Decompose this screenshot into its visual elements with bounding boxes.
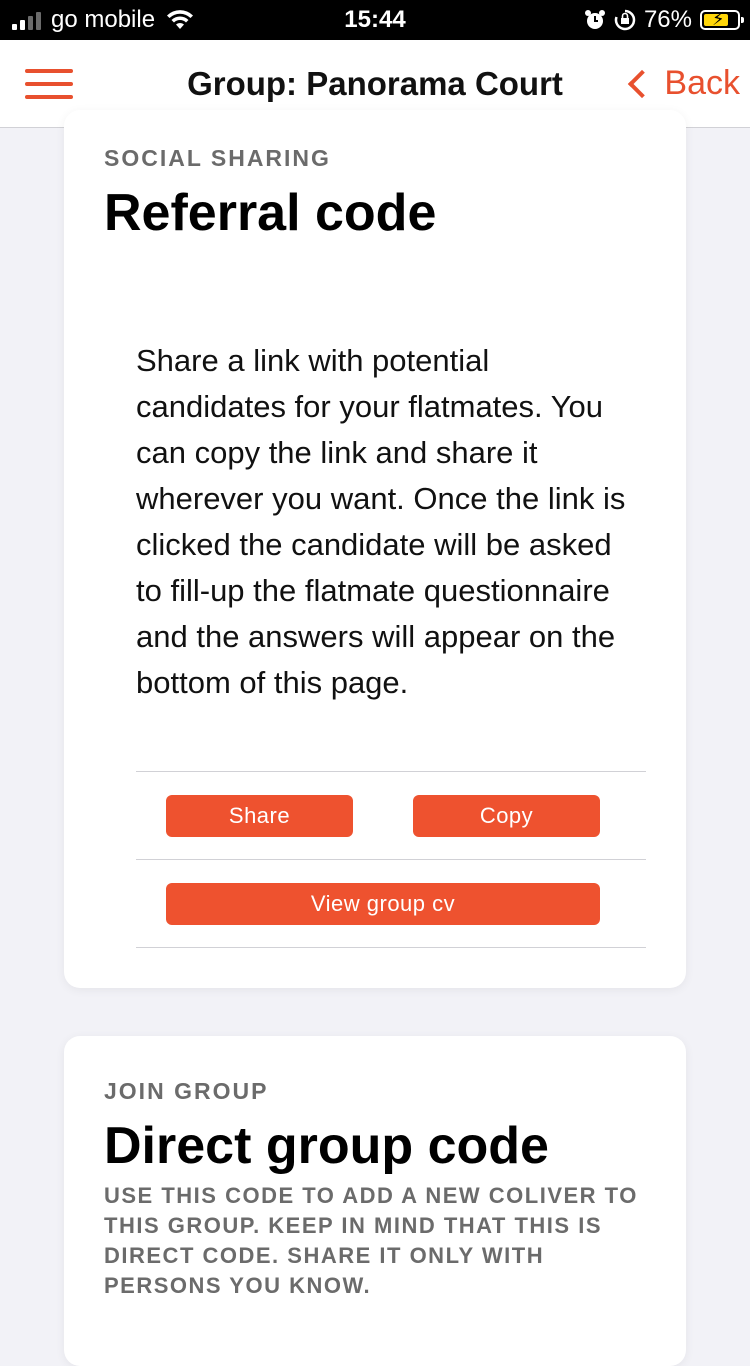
divider bbox=[136, 859, 646, 860]
card-title: Referral code bbox=[104, 184, 437, 242]
alarm-icon bbox=[584, 10, 605, 29]
card-title: Direct group code bbox=[104, 1117, 549, 1175]
divider bbox=[136, 947, 646, 948]
chevron-left-icon bbox=[628, 69, 657, 98]
charging-bolt-icon: ⚡ bbox=[712, 9, 725, 29]
divider bbox=[136, 771, 646, 772]
battery-percent: 76% bbox=[643, 6, 692, 33]
status-bar-right: 76% ⚡ bbox=[584, 0, 744, 40]
back-button-label: Back bbox=[664, 64, 740, 102]
copy-button[interactable]: Copy bbox=[413, 795, 600, 837]
view-group-cv-button[interactable]: View group cv bbox=[166, 883, 600, 925]
hamburger-menu-icon[interactable] bbox=[25, 69, 73, 99]
orientation-lock-icon bbox=[614, 9, 636, 31]
direct-code-note: USE THIS CODE TO ADD A NEW COLIVER TO TH… bbox=[104, 1183, 638, 1298]
share-button[interactable]: Share bbox=[166, 795, 353, 837]
section-eyebrow: JOIN GROUP bbox=[104, 1078, 269, 1104]
status-bar: go mobile 15:44 76% ⚡ bbox=[0, 0, 750, 40]
referral-code-card: SOCIAL SHARING Referral code Share a lin… bbox=[64, 110, 686, 988]
referral-description: Share a link with potential candidates f… bbox=[136, 343, 626, 700]
direct-group-code-card: JOIN GROUP Direct group code USE THIS CO… bbox=[64, 1036, 686, 1366]
section-eyebrow: SOCIAL SHARING bbox=[104, 145, 331, 171]
battery-icon: ⚡ bbox=[700, 9, 744, 30]
